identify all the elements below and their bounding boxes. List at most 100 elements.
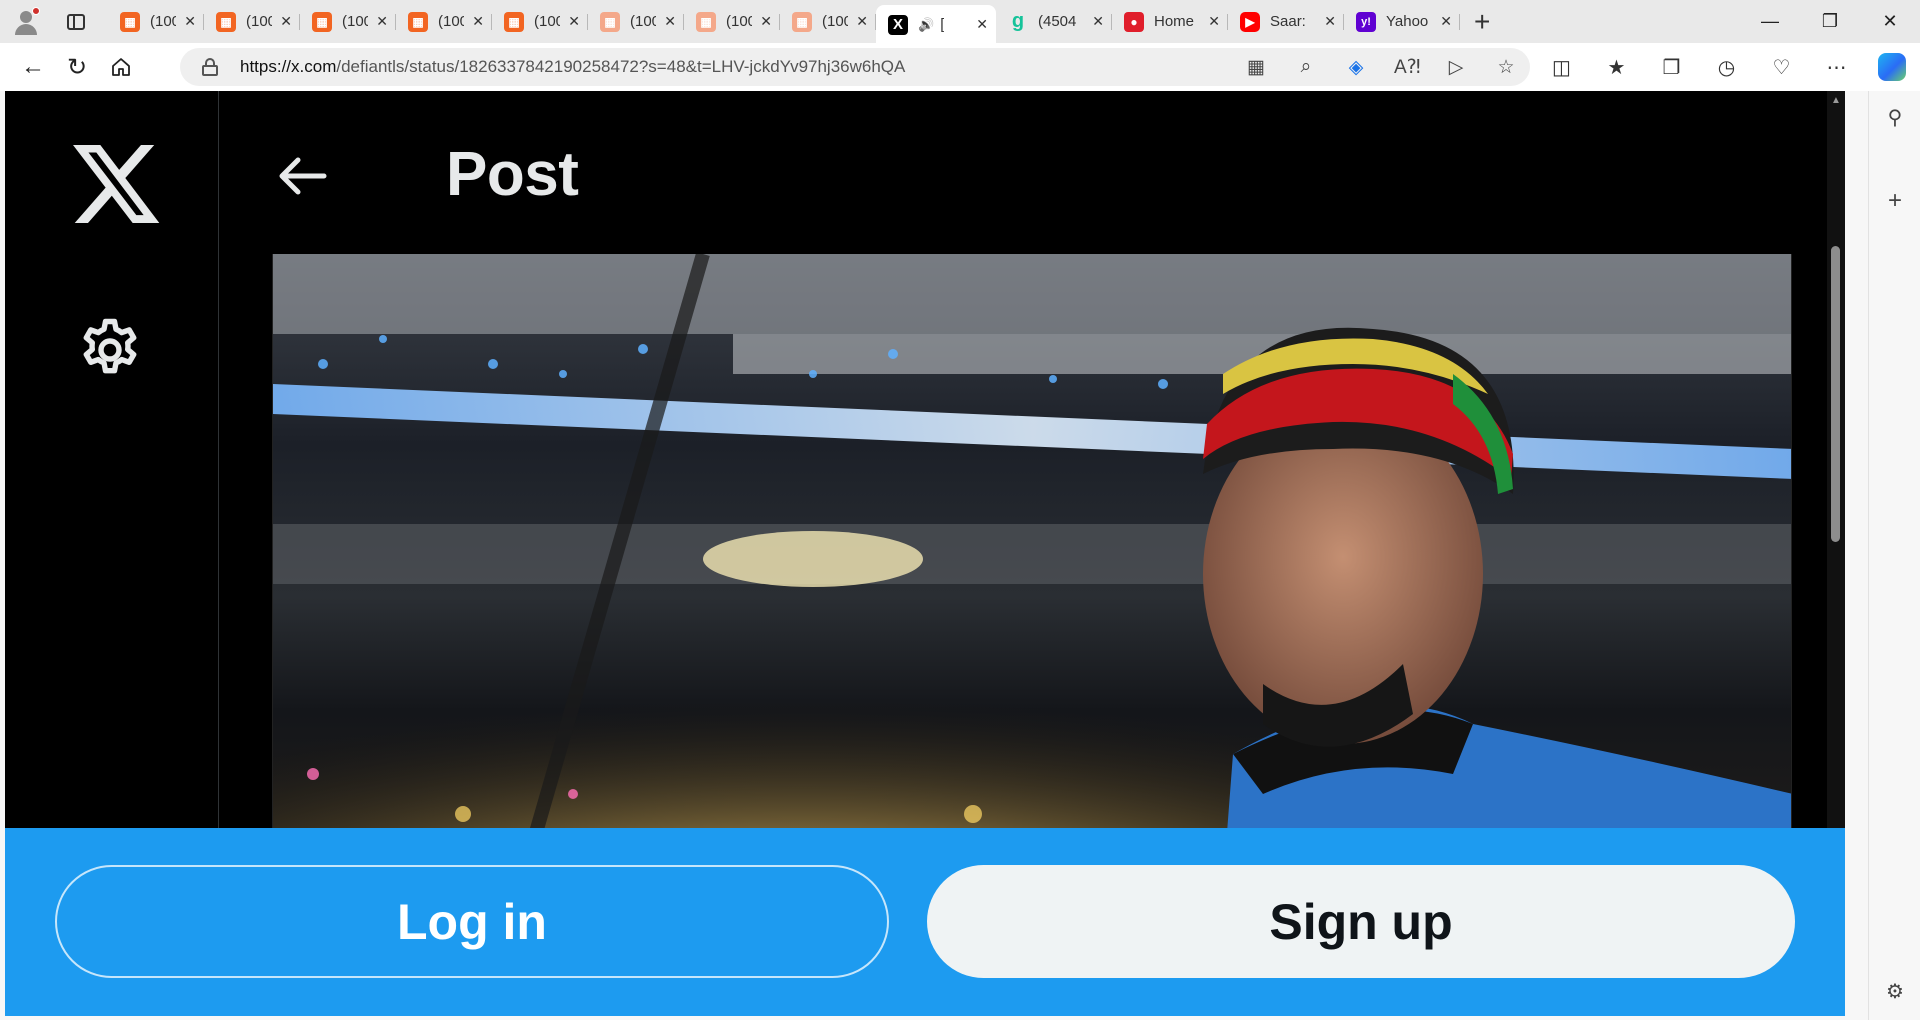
url-host: https://x.com	[240, 57, 337, 76]
edge-sidebar: ⚲ + ⚙	[1868, 91, 1920, 1020]
tab-actions-button[interactable]	[56, 4, 96, 40]
substack-icon: ▦	[696, 11, 716, 32]
browser-tab[interactable]: g (4504 ✕	[996, 5, 1112, 39]
url-path: /defiantls/status/1826337842190258472?s=…	[336, 57, 906, 76]
navigation-bar: ← ↻ https://x.com/defiantls/status/18263…	[0, 43, 1920, 91]
back-button[interactable]: ←	[11, 47, 55, 87]
refresh-button[interactable]: ↻	[55, 47, 99, 87]
substack-icon: ▦	[120, 11, 140, 32]
browser-tab[interactable]: ▦ (100)✕	[300, 5, 396, 39]
browser-tab[interactable]: ▶ Saar: ✕	[1228, 5, 1344, 39]
substack-icon: ▦	[600, 11, 620, 32]
tab-title: [	[940, 16, 945, 33]
close-tab-icon[interactable]: ✕	[656, 13, 676, 30]
scroll-up-arrow[interactable]: ▲	[1827, 95, 1845, 106]
substack-icon: ▦	[504, 11, 524, 32]
close-tab-icon[interactable]: ✕	[1432, 13, 1452, 30]
tab-strip: ▦(100)✕▦(100)✕▦(100)✕▦(100)✕▦(100)✕▦(100…	[0, 0, 1920, 45]
substack-icon: ▦	[408, 11, 428, 32]
news-icon: ●	[1124, 11, 1144, 32]
browser-tab[interactable]: ▦ (100)✕	[684, 5, 780, 39]
substack-icon: ▦	[312, 11, 332, 32]
scroll-thumb[interactable]	[1831, 246, 1840, 542]
settings-button[interactable]	[72, 312, 148, 388]
zoom-icon[interactable]: ⌕	[1294, 56, 1318, 78]
grammarly-icon: g	[1011, 10, 1025, 32]
read-aloud-icon[interactable]: A⁈	[1394, 56, 1421, 79]
tab-title: (4504	[1038, 13, 1077, 30]
avatar-body	[15, 23, 37, 35]
page-title: Post	[446, 140, 579, 209]
tab-title: (100)	[726, 13, 753, 30]
notification-dot	[32, 6, 40, 15]
address-bar[interactable]: https://x.com/defiantls/status/182633784…	[180, 48, 1530, 86]
sidebar-settings-icon[interactable]: ⚙	[1869, 979, 1920, 1004]
post-header: Post	[220, 91, 1845, 254]
coupon-tag-icon[interactable]: ◈	[1344, 56, 1368, 79]
close-tab-icon[interactable]: ✕	[560, 13, 580, 30]
add-sidebar-app-icon[interactable]: +	[1869, 187, 1920, 215]
close-tab-icon[interactable]: ✕	[368, 13, 388, 30]
search-icon[interactable]: ⚲	[1869, 105, 1920, 130]
tab-title: (100)	[246, 13, 273, 30]
refresh-icon: ↻	[66, 53, 88, 81]
x-icon: X	[888, 14, 908, 35]
favorite-star-icon[interactable]: ☆	[1494, 56, 1518, 79]
browser-tab[interactable]: ▦ (100)✕	[588, 5, 684, 39]
speaker-icon[interactable]: 🔊	[918, 17, 934, 33]
copilot-icon[interactable]	[1878, 53, 1906, 81]
browser-tab[interactable]: ▦ (100)✕	[204, 5, 300, 39]
tab-list: ▦(100)✕▦(100)✕▦(100)✕▦(100)✕▦(100)✕▦(100…	[108, 0, 1460, 45]
tab-title: Yahoo	[1386, 13, 1429, 30]
x-logo-icon[interactable]	[68, 136, 164, 232]
substack-icon: ▦	[216, 11, 236, 32]
tab-title: Saar:	[1270, 13, 1306, 30]
browser-essentials-icon[interactable]: ♡	[1754, 55, 1809, 80]
browser-tab[interactable]: X 🔊 [ ✕	[876, 4, 996, 45]
close-tab-icon[interactable]: ✕	[1316, 13, 1336, 30]
restore-button[interactable]: ❐	[1800, 0, 1860, 43]
profile-avatar-button[interactable]	[8, 4, 44, 40]
address-bar-icons: ▦ ⌕ ◈ A⁈ ▷ ☆	[1244, 48, 1518, 86]
close-tab-icon[interactable]: ✕	[464, 13, 484, 30]
close-window-button[interactable]: ✕	[1860, 0, 1920, 43]
url-text[interactable]: https://x.com/defiantls/status/182633784…	[240, 57, 905, 77]
close-tab-icon[interactable]: ✕	[1084, 13, 1104, 30]
tab-title: (100)	[534, 13, 561, 30]
yahoo-icon: y!	[1356, 11, 1376, 32]
browser-tab[interactable]: y! Yahoo ✕	[1344, 5, 1460, 39]
close-tab-icon[interactable]: ✕	[272, 13, 292, 30]
close-tab-icon[interactable]: ✕	[968, 16, 988, 33]
close-tab-icon[interactable]: ✕	[1200, 13, 1220, 30]
tab-title: (100)	[150, 13, 177, 30]
browser-tab[interactable]: ▦ (100)✕	[780, 5, 876, 39]
tab-title: Home	[1154, 13, 1195, 30]
close-tab-icon[interactable]: ✕	[752, 13, 772, 30]
favorites-icon[interactable]: ★	[1589, 55, 1644, 80]
history-icon[interactable]: ◷	[1699, 55, 1754, 80]
back-arrow-icon[interactable]	[272, 151, 332, 201]
new-tab-button[interactable]: +	[1474, 6, 1490, 38]
split-screen-icon[interactable]: ◫	[1534, 55, 1589, 80]
tab-title: (100)	[822, 13, 849, 30]
browser-tab[interactable]: ▦ (100)✕	[396, 5, 492, 39]
substack-icon: ▦	[792, 11, 812, 32]
more-menu-icon[interactable]: ⋯	[1809, 55, 1864, 80]
home-button[interactable]	[99, 47, 143, 87]
tab-actions-icon	[67, 13, 85, 30]
immersive-reader-icon[interactable]: ▷	[1444, 56, 1468, 79]
browser-tab[interactable]: ▦ (100)✕	[108, 5, 204, 39]
close-tab-icon[interactable]: ✕	[176, 13, 196, 30]
toolbar-right: ◫ ★ ❐ ◷ ♡ ⋯	[1534, 43, 1920, 91]
lock-icon[interactable]	[202, 58, 218, 76]
minimize-button[interactable]: —	[1740, 0, 1800, 43]
browser-tab[interactable]: ● Home ✕	[1112, 5, 1228, 39]
browser-tab[interactable]: ▦ (100)✕	[492, 5, 588, 39]
window-controls: — ❐ ✕	[1740, 0, 1920, 43]
home-icon	[112, 58, 130, 76]
app-available-icon[interactable]: ▦	[1244, 56, 1268, 79]
collections-icon[interactable]: ❐	[1644, 55, 1699, 80]
log-in-button[interactable]: Log in	[55, 865, 889, 978]
close-tab-icon[interactable]: ✕	[848, 13, 868, 30]
sign-up-button[interactable]: Sign up	[927, 865, 1795, 978]
